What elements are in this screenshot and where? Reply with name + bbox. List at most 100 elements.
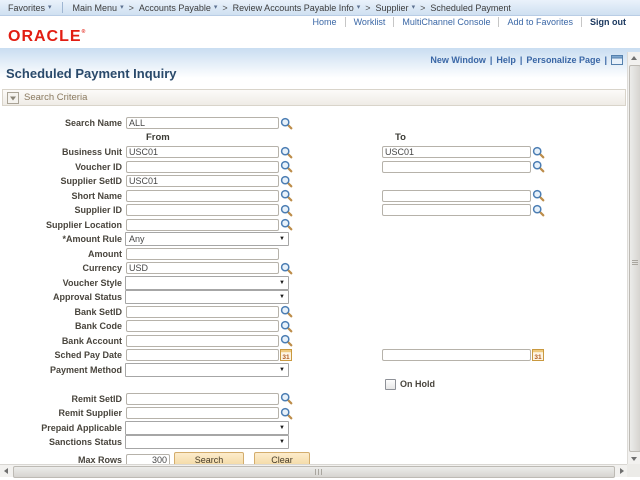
form-row-short-name: Short Name (0, 189, 628, 204)
bank-code-lookup-icon[interactable] (280, 320, 293, 333)
home-link[interactable]: Home (313, 17, 337, 27)
remit-setid-input[interactable] (126, 392, 279, 405)
voucher-id-to-lookup-icon[interactable] (532, 160, 545, 173)
sanctions-status-select[interactable]: ▼ (125, 435, 289, 450)
sign-out-link[interactable]: Sign out (590, 17, 626, 27)
remit-supplier-label: Remit Supplier (58, 408, 122, 419)
amount-rule-select[interactable]: Any ▼ (125, 232, 289, 247)
bank-code-input[interactable] (126, 320, 279, 333)
horizontal-scrollbar-thumb[interactable] (13, 466, 615, 478)
horizontal-scrollbar[interactable] (0, 464, 628, 478)
prepaid-applicable-select[interactable]: ▼ (125, 420, 289, 435)
short-name-input[interactable] (126, 189, 279, 202)
bank-account-input[interactable] (126, 334, 279, 347)
short-name-to-lookup-icon[interactable] (532, 189, 545, 202)
supplier-id-input[interactable] (126, 204, 279, 217)
sched-pay-date-input[interactable] (126, 349, 279, 362)
supplier-location-input[interactable] (126, 218, 279, 231)
supplier-id-to-lookup-icon[interactable] (532, 204, 545, 217)
voucher-style-label: Voucher Style (62, 277, 122, 288)
supplier-id-to-input[interactable] (382, 204, 531, 217)
copy-url-icon[interactable] (611, 54, 623, 66)
voucher-id-to-input[interactable] (382, 160, 531, 173)
form-row-voucher-id: Voucher ID (0, 160, 628, 175)
payment-method-select[interactable]: ▼ (125, 362, 289, 377)
scroll-left-icon[interactable] (0, 465, 12, 477)
collapse-section-icon[interactable] (7, 91, 19, 104)
form-rows: Search Name From To Business Unit Voucher ID… (0, 116, 628, 450)
short-name-lookup-icon[interactable] (280, 189, 293, 202)
form-row-currency: Currency (0, 261, 628, 276)
amount-input[interactable] (126, 247, 279, 260)
remit-supplier-input[interactable] (126, 407, 279, 420)
business-unit-to-lookup-icon[interactable] (532, 146, 545, 159)
breadcrumb-item-scheduled-payment[interactable]: Scheduled Payment (430, 3, 511, 13)
scroll-up-icon[interactable] (628, 52, 640, 64)
scrollbar-corner (627, 464, 640, 477)
approval-status-select[interactable]: ▼ (125, 290, 289, 305)
page-title: Scheduled Payment Inquiry (6, 66, 177, 81)
sched-pay-date-to-input[interactable] (382, 349, 531, 362)
multichannel-console-link[interactable]: MultiChannel Console (402, 17, 490, 27)
form-row-supplier-setid: Supplier SetID (0, 174, 628, 189)
chevron-down-icon: ▾ (411, 3, 416, 11)
business-unit-label: Business Unit (61, 147, 122, 158)
business-unit-to-input[interactable] (382, 146, 531, 159)
form-row-voucher-style: Voucher Style ▼ (0, 275, 628, 291)
business-unit-input[interactable] (126, 146, 279, 159)
help-link[interactable]: Help (496, 55, 516, 65)
short-name-label: Short Name (71, 190, 122, 201)
favorites-menu[interactable]: Favorites ▾ (8, 3, 52, 13)
supplier-id-from-cell (125, 204, 381, 217)
breadcrumb-item-main-menu[interactable]: Main Menu ▾ (73, 3, 124, 13)
on-hold-checkbox-label: On Hold (400, 379, 435, 390)
add-to-favorites-link[interactable]: Add to Favorites (507, 17, 573, 27)
remit-supplier-lookup-icon[interactable] (280, 407, 293, 420)
page-link-separator: | (489, 55, 493, 65)
vertical-scrollbar-thumb[interactable] (629, 65, 640, 452)
header-link-divider (393, 17, 395, 27)
header-link-divider (498, 17, 500, 27)
bank-setid-lookup-icon[interactable] (280, 305, 293, 318)
supplier-setid-lookup-icon[interactable] (280, 175, 293, 188)
voucher-id-input[interactable] (126, 160, 279, 173)
form-row-prepaid-applicable: Prepaid Applicable ▼ (0, 420, 628, 436)
form-row-business-unit: Business Unit (0, 145, 628, 160)
voucher-id-lookup-icon[interactable] (280, 160, 293, 173)
short-name-to-input[interactable] (382, 189, 531, 202)
sched-pay-date-to-calendar-icon[interactable]: 31 (532, 349, 544, 362)
remit-setid-lookup-icon[interactable] (280, 392, 293, 405)
supplier-location-lookup-icon[interactable] (280, 218, 293, 231)
business-unit-lookup-icon[interactable] (280, 146, 293, 159)
sched-pay-date-calendar-icon[interactable]: 31 (280, 349, 292, 362)
select-arrow-icon: ▼ (279, 439, 285, 446)
new-window-link[interactable]: New Window (430, 55, 485, 65)
vertical-scrollbar[interactable] (627, 52, 640, 465)
breadcrumb-item-review-accounts-payable-info[interactable]: Review Accounts Payable Info ▾ (233, 3, 361, 13)
amount-label: Amount (88, 248, 122, 259)
select-arrow-icon: ▼ (279, 294, 285, 301)
sanctions-status-from-cell: ▼ (125, 435, 381, 450)
bank-code-label: Bank Code (74, 321, 122, 332)
amount-rule-from-cell: Any ▼ (125, 232, 381, 247)
currency-input[interactable] (126, 262, 279, 275)
oracle-logo: ORACLE® (8, 28, 87, 45)
currency-lookup-icon[interactable] (280, 262, 293, 275)
search-name-input[interactable] (126, 117, 279, 130)
search-name-lookup-icon[interactable] (280, 117, 293, 130)
bank-setid-from-cell (125, 305, 381, 318)
search-name-from-cell (125, 117, 381, 130)
supplier-setid-label: Supplier SetID (60, 176, 122, 187)
payment-method-label: Payment Method (49, 364, 122, 375)
breadcrumb-item-accounts-payable[interactable]: Accounts Payable ▾ (139, 3, 218, 13)
breadcrumb-item-supplier[interactable]: Supplier ▾ (376, 3, 416, 13)
voucher-style-select[interactable]: ▼ (125, 275, 289, 290)
supplier-setid-input[interactable] (126, 175, 279, 188)
on-hold-to-cell: On Hold (381, 378, 627, 390)
supplier-id-lookup-icon[interactable] (280, 204, 293, 217)
worklist-link[interactable]: Worklist (354, 17, 386, 27)
bank-account-lookup-icon[interactable] (280, 334, 293, 347)
on-hold-checkbox[interactable] (385, 378, 396, 390)
personalize-page-link[interactable]: Personalize Page (526, 55, 600, 65)
bank-setid-input[interactable] (126, 305, 279, 318)
